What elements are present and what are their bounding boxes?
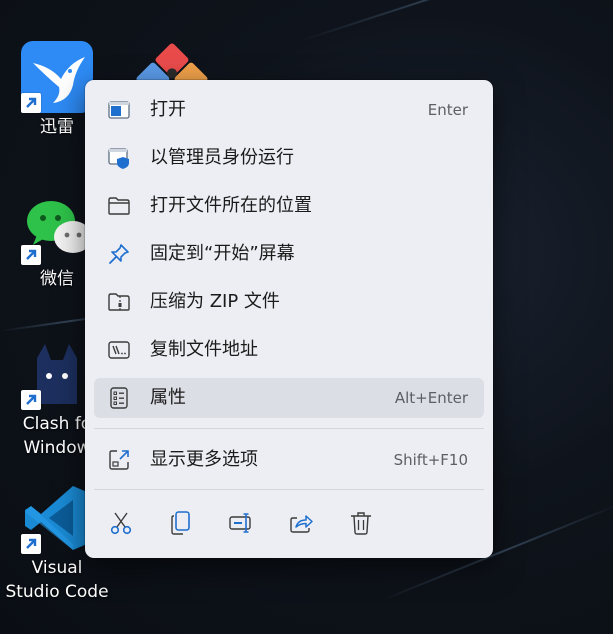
menu-item-label: 压缩为 ZIP 文件 — [150, 291, 280, 312]
shortcut-arrow-icon — [21, 534, 41, 554]
open-window-icon — [107, 98, 131, 122]
menu-item-open-file-location[interactable]: 打开文件所在的位置 — [94, 186, 484, 226]
menu-separator — [94, 489, 484, 490]
delete-icon[interactable] — [348, 510, 374, 536]
pin-icon — [107, 242, 131, 266]
run-as-admin-shield-icon — [107, 146, 131, 170]
wallpaper-streak — [299, 0, 605, 42]
zip-folder-icon — [107, 290, 131, 314]
desktop-icon-label: Visual Studio Code — [5, 558, 109, 602]
menu-item-compress-zip[interactable]: 压缩为 ZIP 文件 — [94, 282, 484, 322]
menu-item-label: 打开文件所在的位置 — [150, 195, 312, 216]
context-menu: 打开 Enter 以管理员身份运行 打开文件所在的位置 固定到“开始”屏幕 压缩… — [85, 80, 493, 558]
menu-item-shortcut: Alt+Enter — [394, 389, 468, 407]
menu-item-label: 打开 — [150, 99, 186, 120]
menu-item-shortcut: Shift+F10 — [393, 451, 468, 469]
menu-item-pin-to-start[interactable]: 固定到“开始”屏幕 — [94, 234, 484, 274]
shortcut-arrow-icon — [21, 245, 41, 265]
menu-item-label: 以管理员身份运行 — [150, 147, 294, 168]
menu-item-open[interactable]: 打开 Enter — [94, 90, 484, 130]
menu-separator — [94, 428, 484, 429]
menu-item-show-more-options[interactable]: 显示更多选项 Shift+F10 — [94, 440, 484, 480]
menu-item-label: 复制文件地址 — [150, 339, 258, 360]
cut-icon[interactable] — [108, 510, 134, 536]
properties-icon — [107, 386, 131, 410]
menu-item-shortcut: Enter — [427, 101, 468, 119]
menu-item-label: 显示更多选项 — [150, 449, 258, 470]
menu-item-run-as-admin[interactable]: 以管理员身份运行 — [94, 138, 484, 178]
copy-path-icon — [107, 338, 131, 362]
menu-item-properties[interactable]: 属性 Alt+Enter — [94, 378, 484, 418]
shortcut-arrow-icon — [21, 93, 41, 113]
menu-item-label: 固定到“开始”屏幕 — [150, 243, 295, 264]
more-options-icon — [107, 448, 131, 472]
rename-icon[interactable] — [228, 510, 254, 536]
share-icon[interactable] — [288, 510, 314, 536]
folder-icon — [107, 194, 131, 218]
menu-item-copy-path[interactable]: 复制文件地址 — [94, 330, 484, 370]
shortcut-arrow-icon — [21, 390, 41, 410]
menu-item-label: 属性 — [150, 387, 186, 408]
copy-icon[interactable] — [168, 510, 194, 536]
